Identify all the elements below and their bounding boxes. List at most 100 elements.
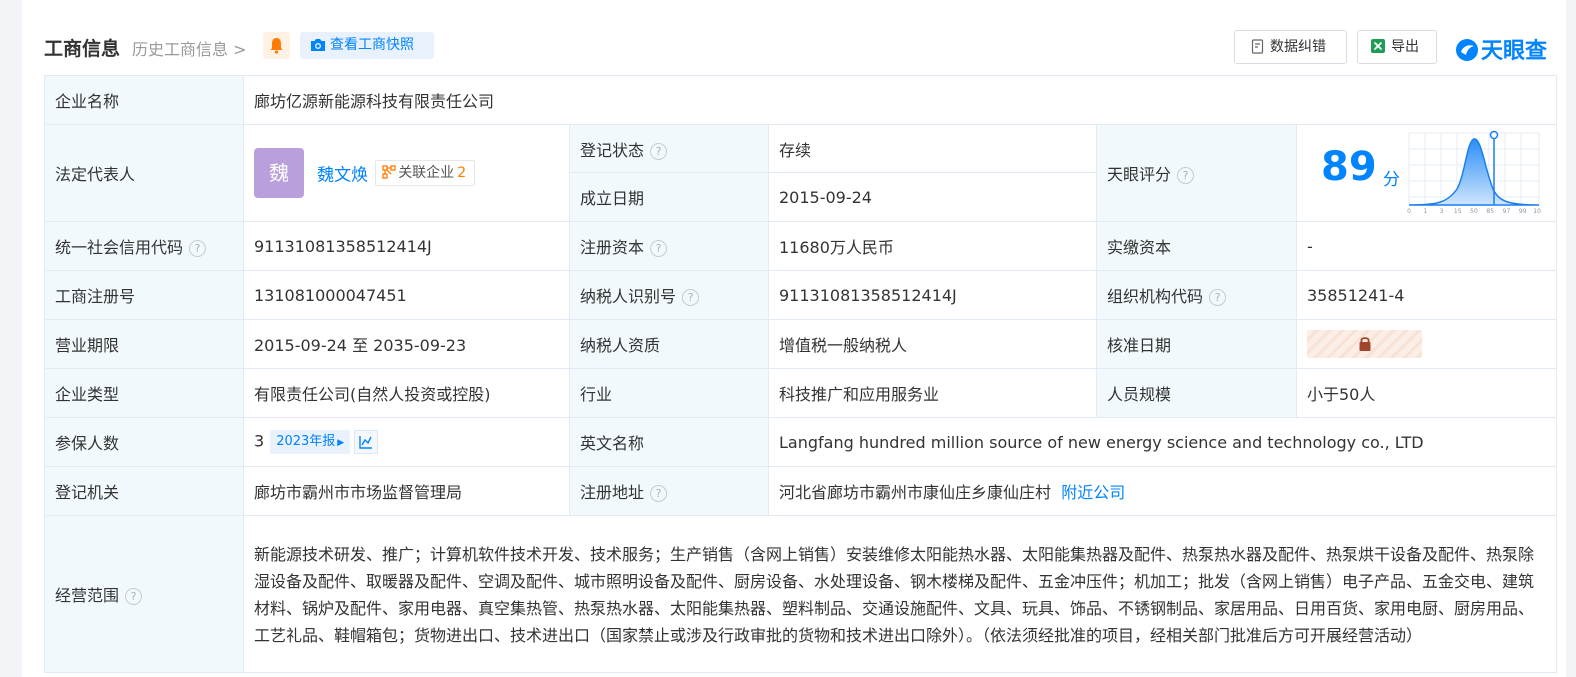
legal-rep-cell: 魏 魏文焕 关联企业 2 <box>243 124 570 222</box>
biz-scope-value: 新能源技术研发、推广；计算机软件技术开发、技术服务；生产销售（含网上销售）安装维… <box>243 515 1557 673</box>
reg-no-label: 工商注册号 <box>44 270 244 320</box>
export-button[interactable]: 导出 <box>1357 30 1437 64</box>
industry-value: 科技推广和应用服务业 <box>768 368 1097 418</box>
table-row: 企业类型 有限责任公司(自然人投资或控股) 行业 科技推广和应用服务业 人员规模… <box>44 368 1557 418</box>
related-companies-label: 关联企业 <box>398 165 455 181</box>
score-value: 89 <box>1321 144 1377 190</box>
credit-code-value: 91131081358512414J <box>243 221 570 271</box>
locked-field[interactable] <box>1307 330 1422 358</box>
question-icon[interactable]: ? <box>189 240 207 257</box>
paid-capital-value: - <box>1296 221 1557 271</box>
reg-status-value: 存续 <box>768 124 1097 173</box>
found-date-label: 成立日期 <box>569 172 769 222</box>
bell-icon <box>270 38 283 54</box>
table-row: 经营范围? 新能源技术研发、推广；计算机软件技术开发、技术服务；生产销售（含网上… <box>44 515 1557 673</box>
taxpayer-id-label: 纳税人识别号? <box>569 270 769 320</box>
tianyan-score-cell[interactable]: 89 分 0 1 3 15 50 85 97 99 100 <box>1296 124 1557 222</box>
legal-rep-name-link[interactable]: 魏文焕 <box>317 166 368 186</box>
related-companies-count: 2 <box>457 165 467 181</box>
reg-address-label-text: 注册地址 <box>580 483 645 502</box>
staff-size-value: 小于50人 <box>1296 368 1557 418</box>
history-link-label: 历史工商信息 <box>132 40 229 59</box>
taxpayer-qual-value: 增值税一般纳税人 <box>768 319 1097 369</box>
biz-term-value: 2015-09-24 至 2035-09-23 <box>243 319 570 369</box>
business-info-table: 企业名称 廊坊亿源新能源科技有限责任公司 法定代表人 魏 魏文焕 关联企业 2 登… <box>44 75 1557 673</box>
bell-button[interactable] <box>263 32 290 59</box>
nearby-companies-link[interactable]: 附近公司 <box>1061 483 1125 502</box>
view-snapshot-button[interactable]: 查看工商快照 <box>300 32 434 59</box>
company-name-label: 企业名称 <box>44 75 244 125</box>
score-distribution-chart: 0 1 3 15 50 85 97 99 100 <box>1407 130 1541 215</box>
annual-report-button[interactable]: 2023年报 ▶ <box>270 430 351 454</box>
company-type-value: 有限责任公司(自然人投资或控股) <box>243 368 570 418</box>
right-gutter <box>1566 0 1576 677</box>
insured-cell: 3 2023年报 ▶ <box>243 417 570 467</box>
score-tick-labels: 0 1 3 15 50 85 97 99 100 <box>1407 208 1541 215</box>
org-code-value: 35851241-4 <box>1296 270 1557 320</box>
excel-icon <box>1371 39 1385 53</box>
reg-address-label: 注册地址? <box>569 466 769 516</box>
avatar[interactable]: 魏 <box>254 148 304 198</box>
score-tick-label: 97 <box>1503 208 1511 215</box>
approval-date-label: 核准日期 <box>1096 319 1297 369</box>
question-icon[interactable]: ? <box>650 485 668 502</box>
data-correction-label: 数据纠错 <box>1270 39 1326 55</box>
reg-address-value: 河北省廊坊市霸州市康仙庄乡康仙庄村 <box>779 483 1052 502</box>
taxpayer-id-value: 91131081358512414J <box>768 270 1097 320</box>
table-row: 企业名称 廊坊亿源新能源科技有限责任公司 <box>44 75 1557 125</box>
staff-size-label: 人员规模 <box>1096 368 1297 418</box>
question-icon[interactable]: ? <box>125 588 143 605</box>
question-icon[interactable]: ? <box>1209 289 1227 306</box>
table-row: 营业期限 2015-09-24 至 2035-09-23 纳税人资质 增值税一般… <box>44 319 1557 369</box>
biz-scope-label: 经营范围? <box>44 515 244 673</box>
question-icon[interactable]: ? <box>650 142 668 160</box>
export-label: 导出 <box>1391 39 1419 55</box>
approval-date-value <box>1296 319 1557 369</box>
trend-chart-button[interactable] <box>354 430 379 454</box>
company-type-label: 企业类型 <box>44 368 244 418</box>
line-chart-icon <box>359 436 373 449</box>
related-companies-button[interactable]: 关联企业 2 <box>375 160 476 186</box>
reg-authority-value: 廊坊市霸州市市场监督管理局 <box>243 466 570 516</box>
chevron-right-icon: > <box>233 40 247 59</box>
reg-status-label-text: 登记状态 <box>580 140 645 160</box>
found-date-value: 2015-09-24 <box>768 172 1097 222</box>
question-icon[interactable]: ? <box>650 240 668 257</box>
reg-status-label: 登记状态? <box>569 124 769 173</box>
network-icon <box>382 165 396 179</box>
biz-term-label: 营业期限 <box>44 319 244 369</box>
data-correction-button[interactable]: 数据纠错 <box>1234 30 1347 64</box>
legal-rep-label: 法定代表人 <box>44 124 244 222</box>
annual-report-label: 2023年报 <box>276 434 336 449</box>
score-tick-label: 99 <box>1519 208 1527 215</box>
score-tick-label: 3 <box>1440 208 1444 215</box>
left-gutter <box>0 0 22 677</box>
history-link[interactable]: 历史工商信息 > <box>132 36 247 60</box>
reg-capital-label: 注册资本? <box>569 221 769 271</box>
document-edit-icon <box>1251 39 1264 54</box>
lock-icon <box>1359 337 1370 351</box>
camera-icon <box>311 39 325 51</box>
tianyancha-logo-icon <box>1456 39 1478 61</box>
insured-value: 3 <box>254 431 265 451</box>
taxpayer-qual-label: 纳税人资质 <box>569 319 769 369</box>
score-marker-dot <box>1489 130 1499 140</box>
score-tick-label: 0 <box>1407 208 1411 215</box>
section-header: 工商信息 历史工商信息 > 查看工商快照 数据纠错 导出 天眼查 <box>44 30 1564 66</box>
credit-code-label: 统一社会信用代码? <box>44 221 244 271</box>
question-icon[interactable]: ? <box>1177 167 1195 184</box>
table-row: 参保人数 3 2023年报 ▶ 英文名称 Langfang hundred mill… <box>44 417 1557 467</box>
legal-rep-info: 魏文焕 关联企业 2 <box>317 160 476 186</box>
score-tick-label: 15 <box>1454 208 1462 215</box>
score-tick-label: 100 <box>1533 208 1541 215</box>
section-title: 工商信息 <box>44 38 121 60</box>
reg-address-cell: 河北省廊坊市霸州市康仙庄乡康仙庄村 附近公司 <box>768 466 1557 516</box>
reg-capital-label-text: 注册资本 <box>580 238 645 257</box>
credit-code-label-text: 统一社会信用代码 <box>55 238 184 257</box>
reg-no-value: 131081000047451 <box>243 270 570 320</box>
question-icon[interactable]: ? <box>682 289 700 306</box>
table-row: 工商注册号 131081000047451 纳税人识别号? 9113108135… <box>44 270 1557 320</box>
table-row: 法定代表人 魏 魏文焕 关联企业 2 登记状态? 存续 天眼评分? 89 分 0… <box>44 124 1557 222</box>
english-name-label: 英文名称 <box>569 417 769 467</box>
company-name-value: 廊坊亿源新能源科技有限责任公司 <box>243 75 1557 125</box>
